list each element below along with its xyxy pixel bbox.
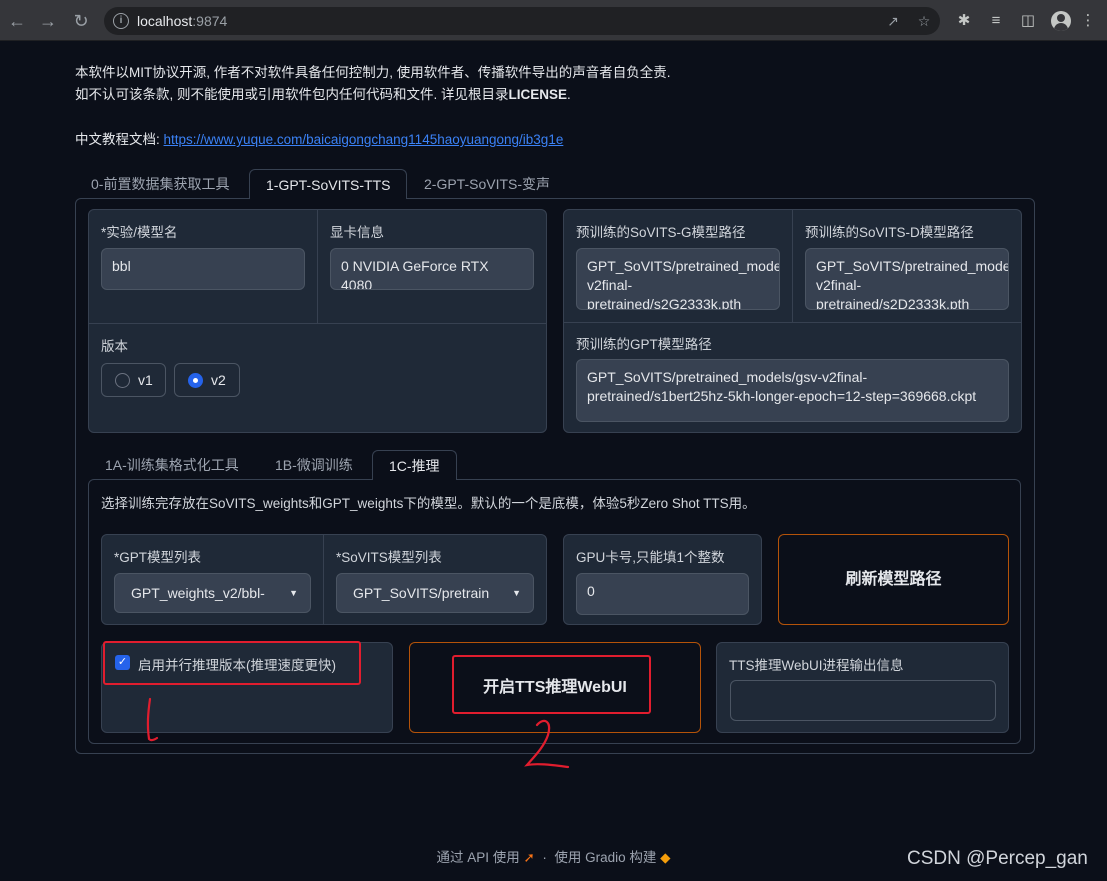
watermark: CSDN @Percep_gan (907, 848, 1088, 869)
radio-checked-icon (188, 373, 203, 388)
sovits-g-label: 预训练的SoVITS-G模型路径 (576, 225, 746, 240)
license-notice-line1: 本软件以MIT协议开源, 作者不对软件具备任何控制力, 使用软件者、传播软件导出… (75, 65, 671, 80)
footer-api-link[interactable]: 通过 API 使用 (436, 850, 519, 865)
sovits-d-label: 预训练的SoVITS-D模型路径 (805, 225, 974, 240)
tab-1a-format[interactable]: 1A-训练集格式化工具 (89, 450, 255, 480)
address-bar[interactable]: i localhost:9874 ↗ ☆ (104, 7, 940, 35)
extensions-icon[interactable]: ✱ (954, 11, 974, 31)
tab-dataset-tools[interactable]: 0-前置数据集获取工具 (75, 169, 245, 199)
annotation-mark-2 (524, 719, 570, 769)
rocket-icon: ➚ (523, 850, 535, 865)
sovits-model-dropdown[interactable]: GPT_SoVITS/pretrain ▼ (336, 573, 534, 613)
highlight-box-parallel (103, 641, 361, 685)
version-label: 版本 (101, 339, 128, 354)
site-info-icon[interactable]: i (113, 13, 129, 29)
refresh-model-paths-button[interactable]: 刷新模型路径 (778, 534, 1009, 625)
annotation-mark-1 (146, 697, 159, 742)
docs-label: 中文教程文档: (75, 132, 160, 147)
browser-toolbar: ← → ↻ i localhost:9874 ↗ ☆ ✱ ≡ ◫ ⋮ (0, 0, 1107, 41)
gpu-info-label: 显卡信息 (330, 225, 384, 240)
highlight-box-start-webui (452, 655, 651, 714)
tab-gpt-sovits-tts[interactable]: 1-GPT-SoVITS-TTS (249, 169, 408, 199)
webui-output-label: TTS推理WebUI进程输出信息 (729, 658, 904, 673)
profile-avatar-icon[interactable] (1051, 11, 1071, 31)
gpt-path-textbox[interactable]: GPT_SoVITS/pretrained_models/gsv-v2final… (576, 359, 1009, 422)
license-notice-line2: 如不认可该条款, 则不能使用或引用软件包内任何代码和文件. 详见根目录LICEN… (75, 87, 571, 102)
more-menu-icon[interactable]: ⋮ (1078, 11, 1098, 31)
back-icon[interactable]: ← (6, 10, 28, 32)
exp-name-label: *实验/模型名 (101, 225, 178, 240)
forward-icon[interactable]: → (37, 10, 59, 32)
gpt-model-dropdown[interactable]: GPT_weights_v2/bbl- ▼ (114, 573, 311, 613)
side-panel-icon[interactable]: ◫ (1018, 11, 1038, 31)
dropdown-caret-icon: ▼ (512, 588, 521, 598)
footer-gradio-link[interactable]: 使用 Gradio 构建 (554, 850, 656, 865)
radio-unchecked-icon (115, 373, 130, 388)
reading-list-icon[interactable]: ≡ (986, 11, 1006, 31)
dropdown-caret-icon: ▼ (289, 588, 298, 598)
tab-1c-inference[interactable]: 1C-推理 (372, 450, 457, 480)
gpt-path-label: 预训练的GPT模型路径 (576, 337, 712, 352)
gpu-id-input[interactable]: 0 (576, 573, 749, 615)
exp-name-input[interactable]: bbl (101, 248, 305, 290)
inference-description: 选择训练完存放在SoVITS_weights和GPT_weights下的模型。默… (101, 496, 756, 511)
gradio-logo-icon: ◆ (660, 850, 671, 865)
share-icon[interactable]: ↗ (884, 13, 902, 29)
version-radio-v1[interactable]: v1 (101, 363, 166, 397)
webui-output-textbox[interactable] (730, 680, 996, 721)
sovits-d-path-textbox[interactable]: GPT_SoVITS/pretrained_models/gsv-v2final… (805, 248, 1009, 310)
sovits-list-label: *SoVITS模型列表 (336, 550, 442, 565)
tab-1b-finetune[interactable]: 1B-微调训练 (259, 450, 369, 480)
sovits-g-path-textbox[interactable]: GPT_SoVITS/pretrained_models/gsv-v2final… (576, 248, 780, 310)
tab-voice-change[interactable]: 2-GPT-SoVITS-变声 (408, 169, 566, 199)
bookmark-star-icon[interactable]: ☆ (915, 13, 933, 29)
docs-link[interactable]: https://www.yuque.com/baicaigongchang114… (164, 132, 564, 147)
version-radio-v2[interactable]: v2 (174, 363, 240, 397)
gpu-id-label: GPU卡号,只能填1个整数 (576, 550, 725, 565)
gpt-list-label: *GPT模型列表 (114, 550, 202, 565)
reload-icon[interactable]: ↻ (70, 10, 92, 32)
gpu-info-textbox[interactable]: 0 NVIDIA GeForce RTX 4080 (330, 248, 534, 290)
url-text[interactable]: localhost:9874 (137, 13, 227, 29)
docs-line: 中文教程文档: https://www.yuque.com/baicaigong… (75, 128, 563, 148)
